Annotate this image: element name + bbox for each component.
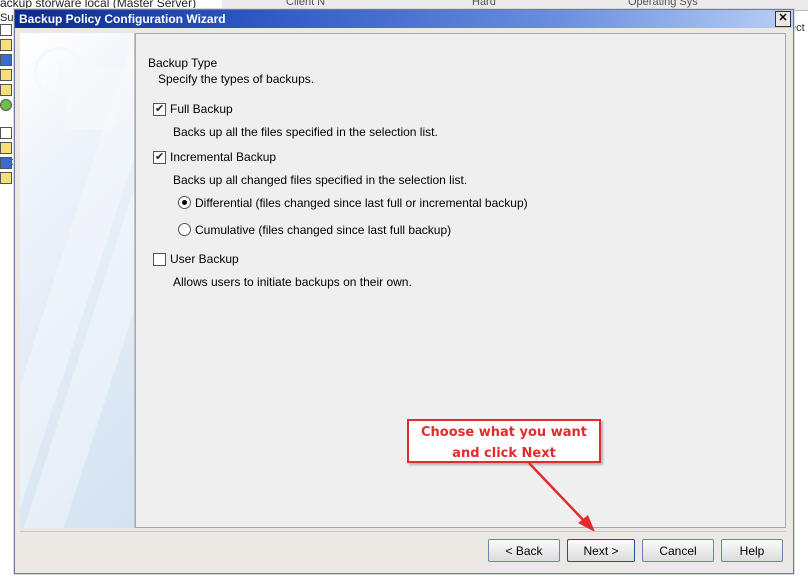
clock-icon bbox=[0, 142, 12, 154]
annotation-arrow bbox=[528, 462, 595, 532]
column-header-os: Operating Sys bbox=[628, 0, 698, 8]
computer-icon bbox=[0, 157, 12, 169]
computer-icon bbox=[0, 54, 12, 66]
background-tree-icons bbox=[0, 24, 12, 187]
folder-icon bbox=[0, 172, 12, 184]
backup-policy-wizard-dialog: Backup Policy Configuration Wizard ✕ Bac… bbox=[14, 9, 794, 574]
wizard-footer: < Back Next > Cancel Help bbox=[20, 531, 786, 569]
folder-icon bbox=[0, 69, 12, 81]
back-button[interactable]: < Back bbox=[488, 539, 560, 562]
cancel-button[interactable]: Cancel bbox=[642, 539, 714, 562]
policy-icon bbox=[0, 127, 12, 139]
policy-icon bbox=[0, 24, 12, 36]
clock-icon bbox=[0, 39, 12, 51]
column-header-hardware: Hard bbox=[472, 0, 496, 8]
help-button[interactable]: Help bbox=[721, 539, 783, 562]
globe-icon bbox=[0, 99, 12, 111]
column-header-client: Client N bbox=[286, 0, 326, 8]
next-button[interactable]: Next > bbox=[567, 539, 635, 562]
storage-icon bbox=[0, 84, 12, 96]
